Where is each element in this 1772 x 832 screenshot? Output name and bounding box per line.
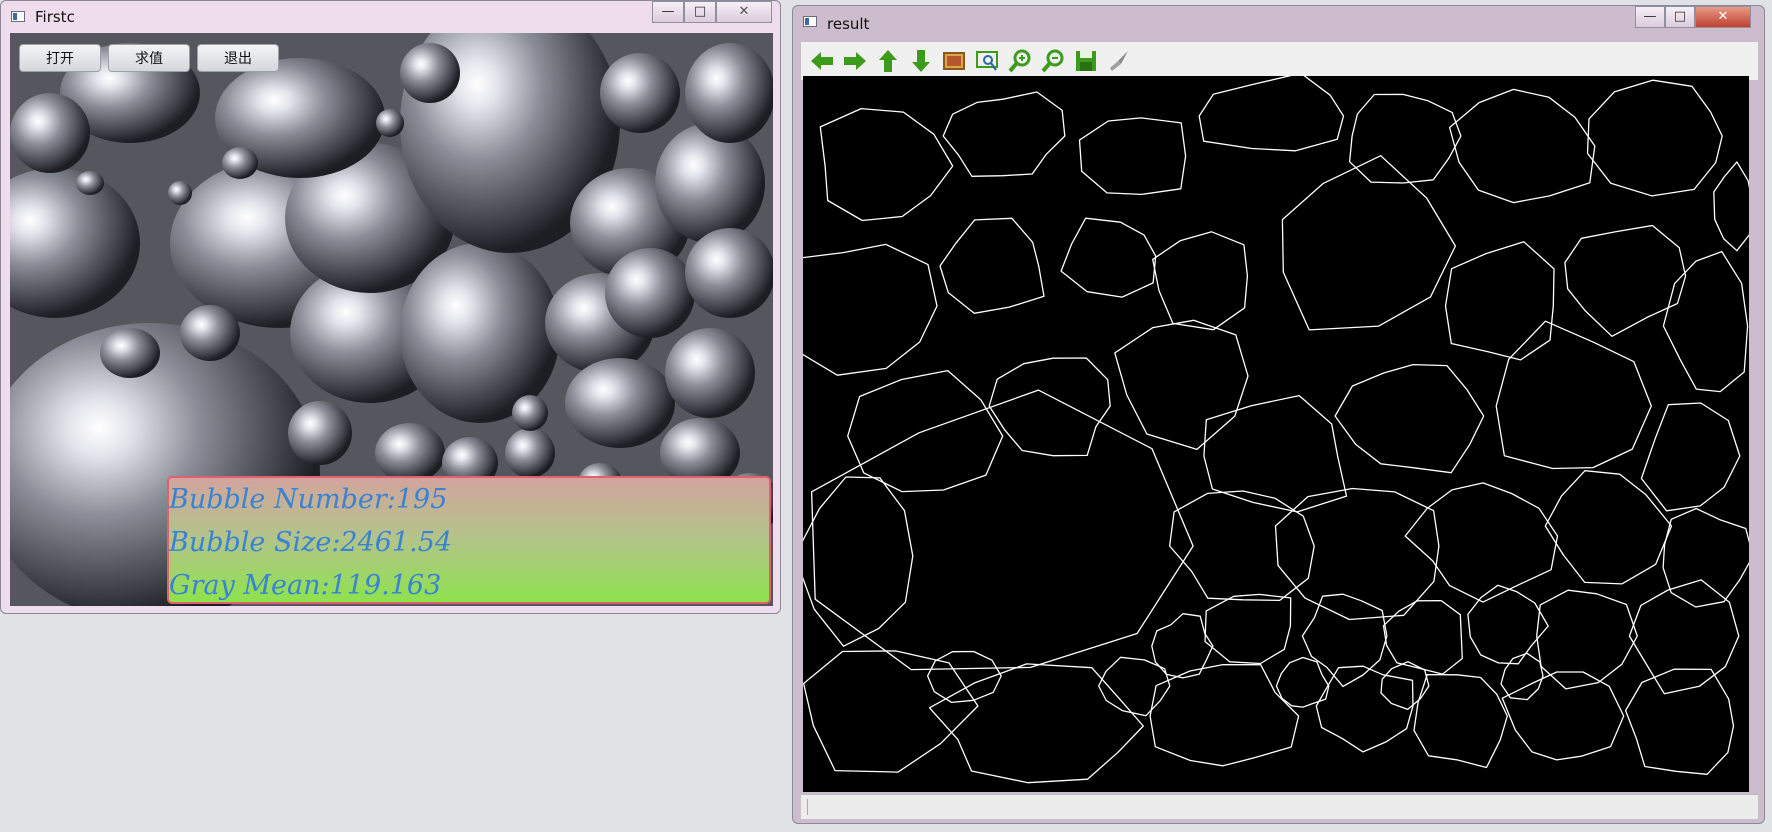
zoom-fit-icon[interactable] — [974, 48, 1000, 74]
image-icon[interactable] — [941, 48, 967, 74]
arrow-right-icon[interactable] — [842, 48, 868, 74]
status-grip — [807, 799, 808, 815]
maximize-button[interactable]: □ — [1665, 6, 1695, 28]
close-button[interactable]: ✕ — [716, 1, 772, 23]
exit-button[interactable]: 退出 — [197, 44, 279, 72]
gray-mean-text: Gray Mean:119.163 — [169, 570, 442, 601]
zoom-out-icon[interactable] — [1040, 48, 1066, 74]
app-icon — [803, 16, 817, 27]
title-bar[interactable]: result — □ ✕ — [793, 6, 1764, 38]
app-icon — [11, 11, 25, 22]
brush-icon[interactable] — [1106, 48, 1132, 74]
compute-button[interactable]: 求值 — [108, 44, 190, 72]
results-panel: Bubble Number:195 Bubble Size:2461.54 Gr… — [167, 476, 771, 604]
bubble-contours — [803, 76, 1749, 792]
segmentation-result — [803, 76, 1749, 792]
result-window: result — □ ✕ — [792, 5, 1765, 824]
toolbar — [801, 42, 1758, 80]
firstc-window: Firstc — □ ✕ 打开 求值 退出 Bubble Number:195 … — [0, 0, 781, 614]
arrow-up-icon[interactable] — [875, 48, 901, 74]
title-bar[interactable]: Firstc — □ ✕ — [1, 1, 780, 33]
arrow-left-icon[interactable] — [809, 48, 835, 74]
zoom-in-icon[interactable] — [1007, 48, 1033, 74]
bubble-number-text: Bubble Number:195 — [169, 484, 448, 515]
save-icon[interactable] — [1073, 48, 1099, 74]
window-title: result — [827, 15, 870, 33]
open-button[interactable]: 打开 — [19, 44, 101, 72]
maximize-button[interactable]: □ — [684, 1, 716, 23]
minimize-button[interactable]: — — [652, 1, 684, 23]
arrow-down-icon[interactable] — [908, 48, 934, 74]
bubble-size-text: Bubble Size:2461.54 — [169, 527, 453, 558]
close-button[interactable]: ✕ — [1695, 6, 1751, 28]
window-title: Firstc — [35, 8, 75, 26]
status-bar — [801, 794, 1758, 819]
minimize-button[interactable]: — — [1635, 6, 1665, 28]
